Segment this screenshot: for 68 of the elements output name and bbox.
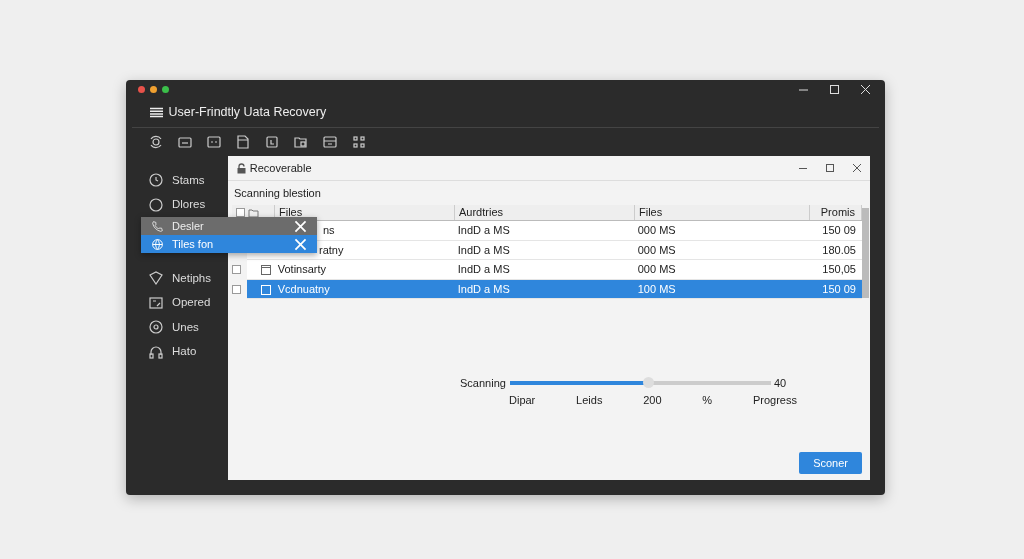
table-cell: ns xyxy=(323,224,335,236)
close-icon[interactable] xyxy=(852,163,862,173)
table-cell: IndD a MS xyxy=(457,224,510,236)
circle-icon xyxy=(148,196,164,213)
drive-icon[interactable] xyxy=(177,134,193,150)
scale-label: Progress xyxy=(752,392,797,408)
table-cell: 000 MS xyxy=(637,243,676,256)
grid-icon[interactable] xyxy=(351,134,367,150)
table-cell: Vcdnuatny xyxy=(277,282,330,295)
globe-icon xyxy=(151,237,164,251)
sidebar-item[interactable]: Unes xyxy=(126,315,228,340)
table-cell: IndD a MS xyxy=(457,243,510,256)
dialog-subtitle: Scanning blestion xyxy=(234,185,321,201)
table-row[interactable]: Votinsarty IndD a MS 000 MS 150,05 xyxy=(247,260,862,280)
file-icon xyxy=(261,265,271,276)
table-cell: 150 09 xyxy=(822,282,856,295)
slider-thumb[interactable] xyxy=(643,377,655,389)
table-cell: ratny xyxy=(319,243,344,256)
scale-label: 200 xyxy=(643,392,662,408)
progress-label: Scanning xyxy=(460,376,506,391)
table-row[interactable]: Vcdnuatny IndD a MS 100 MS 150 09 xyxy=(247,279,862,299)
sidebar-item[interactable]: Opered xyxy=(126,290,228,315)
headphones-icon xyxy=(148,343,164,360)
table-cell: 000 MS xyxy=(637,224,676,236)
scan-button[interactable]: Sconer xyxy=(799,451,862,474)
lock-icon xyxy=(236,162,247,174)
column-header[interactable]: Promis xyxy=(820,204,855,221)
scrollbar[interactable] xyxy=(862,208,869,298)
scale-label: Dipar xyxy=(509,392,536,408)
progress-value: 40 xyxy=(773,376,787,391)
phone-icon xyxy=(151,219,164,233)
table-cell: Votinsarty xyxy=(277,263,327,275)
table-cell: 150,05 xyxy=(822,263,856,275)
table-cell: 100 MS xyxy=(637,282,676,295)
image-icon xyxy=(148,294,164,311)
folder-icon[interactable] xyxy=(293,134,309,150)
checkbox[interactable] xyxy=(236,208,245,217)
maximize-icon[interactable] xyxy=(825,163,835,173)
menu-item[interactable]: Desler xyxy=(141,217,317,235)
minimize-dot[interactable] xyxy=(150,86,157,93)
checkbox[interactable] xyxy=(232,265,241,275)
column-header[interactable]: Files xyxy=(639,204,663,221)
file-icon xyxy=(261,284,271,295)
table-cell: 180.05 xyxy=(822,243,856,256)
shield-icon xyxy=(148,270,164,287)
menu-icon[interactable] xyxy=(150,107,163,118)
box-icon[interactable] xyxy=(322,134,338,150)
card-icon[interactable] xyxy=(206,134,222,150)
sidebar-item[interactable]: Dlores xyxy=(126,192,228,217)
sidebar-item[interactable]: Hato xyxy=(126,339,228,364)
scale-label: Leids xyxy=(576,392,603,408)
sidebar-item[interactable]: Stams xyxy=(126,168,228,193)
column-header[interactable]: Aurdtries xyxy=(459,204,504,221)
close-dot[interactable] xyxy=(138,86,145,93)
document-icon[interactable] xyxy=(235,134,251,150)
sidebar-item[interactable]: Netiphs xyxy=(126,266,228,291)
folder-icon xyxy=(247,207,259,218)
clock-icon xyxy=(148,172,164,189)
dialog-title: Recoverable xyxy=(249,160,312,176)
table-cell: 150 09 xyxy=(822,224,856,236)
menu-item[interactable]: Tiles fon xyxy=(141,235,317,253)
checkbox[interactable] xyxy=(232,284,241,294)
table-cell: 000 MS xyxy=(637,263,676,275)
scale-label: % xyxy=(702,392,713,408)
table-cell: IndD a MS xyxy=(457,263,510,275)
table-cell: IndD a MS xyxy=(457,282,510,295)
window-title: User-Frindtly Uata Recovery xyxy=(168,104,327,122)
maximize-dot[interactable] xyxy=(162,86,169,93)
